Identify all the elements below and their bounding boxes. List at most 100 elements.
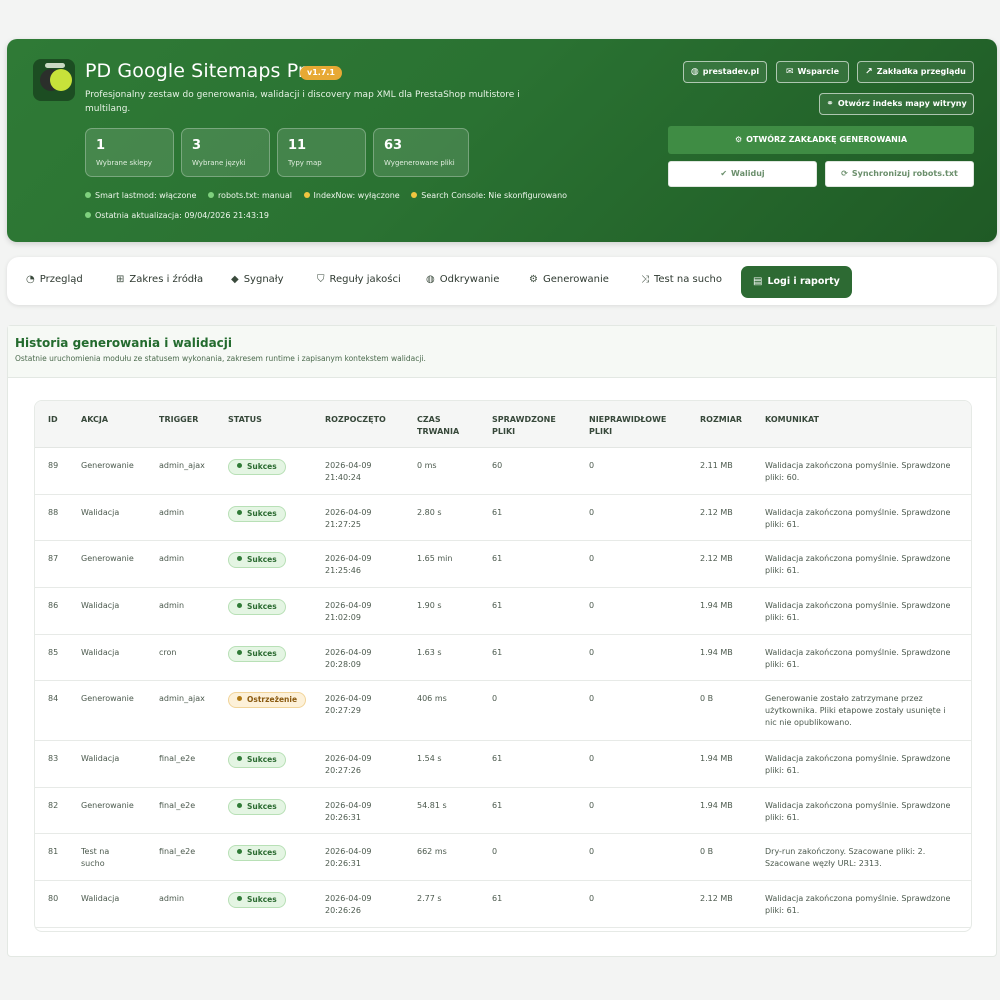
cell-checked: 61 [492, 554, 503, 563]
cell-duration: 1.54 s [417, 754, 442, 763]
col-id: ID [48, 415, 58, 424]
cell-message: Walidacja zakończona pomyślnie. Sprawdzo… [765, 461, 951, 482]
sync-robots-button[interactable]: ⟳ Synchronizuj robots.txt [825, 161, 974, 187]
cell-checked: 61 [492, 754, 503, 763]
cell-id: 83 [48, 754, 59, 763]
cell-trigger: final_e2e [159, 754, 196, 763]
table-row: 88 Walidacja admin Sukces 2026-04-09 21:27:2… [35, 495, 971, 541]
col-message: KOMUNIKAT [765, 415, 819, 424]
cell-trigger: final_e2e [159, 801, 196, 810]
cell-invalid: 0 [589, 847, 595, 856]
support-button[interactable]: ✉ Wsparcie [776, 61, 849, 83]
cell-id: 82 [48, 801, 59, 810]
col-trigger: TRIGGER [159, 415, 199, 424]
cell-size: 1.94 MB [700, 754, 733, 763]
cell-size: 1.94 MB [700, 601, 733, 610]
status-dot-icon [237, 603, 242, 608]
cell-started: 2026-04-09 21:27:25 [325, 508, 372, 529]
cell-invalid: 0 [589, 508, 595, 517]
status-dot-icon [237, 556, 242, 561]
cell-message: Walidacja zakończona pomyślnie. Sprawdzo… [765, 648, 951, 669]
stat-map-types: 11 Typy map [277, 128, 366, 177]
sitemap-icon: ⊞ [116, 274, 125, 285]
status-dot-icon [303, 192, 310, 198]
open-sitemap-index-button[interactable]: ⚭ Otwórz indeks mapy witryny [819, 93, 974, 115]
cell-size: 2.11 MB [700, 461, 733, 470]
cell-checked: 61 [492, 894, 503, 903]
cell-message: Walidacja zakończona pomyślnie. Sprawdzo… [765, 508, 951, 529]
cell-id: 88 [48, 508, 59, 517]
col-action: AKCJA [81, 415, 109, 424]
cell-invalid: 0 [589, 694, 595, 703]
tab-generation[interactable]: ⚙ Generowanie [529, 274, 609, 285]
cell-action: Walidacja [81, 648, 120, 657]
cell-id: 85 [48, 648, 59, 657]
table-row: 85 Walidacja cron Sukces 2026-04-09 20:28:09… [35, 635, 971, 681]
col-started: ROZPOCZĘTO [325, 415, 386, 424]
version-badge: v1.7.1 [300, 66, 342, 80]
cell-message: Dry-run zakończony. Szacowane pliki: 2. … [765, 847, 926, 868]
cell-invalid: 0 [589, 601, 595, 610]
validate-button[interactable]: ✔ Waliduj [668, 161, 817, 187]
tab-bar: ◔ Przegląd ⊞ Zakres i źródła ◆ Sygnały ⛉ Reg… [7, 257, 997, 305]
tab-scope-sources[interactable]: ⊞ Zakres i źródła [116, 274, 203, 285]
cell-id: 87 [48, 554, 59, 563]
cell-id: 81 [48, 847, 59, 856]
cell-trigger: final_e2e [159, 847, 196, 856]
cell-started: 2026-04-09 20:26:31 [325, 801, 372, 822]
open-generation-tab-button[interactable]: ⚙ OTWÓRZ ZAKŁADKĘ GENEROWANIA [668, 126, 974, 154]
tab-quality-rules[interactable]: ⛉ Reguły jakości [317, 274, 401, 285]
stat-generated-files: 63 Wygenerowane pliki [373, 128, 469, 177]
status-badge: Sukces [228, 845, 286, 861]
col-size: ROZMIAR [700, 415, 743, 424]
col-status: STATUS [228, 415, 262, 424]
cell-size: 1.94 MB [700, 801, 733, 810]
cell-message: Walidacja zakończona pomyślnie. Sprawdzo… [765, 601, 951, 622]
cell-started: 2026-04-09 20:28:09 [325, 648, 372, 669]
tab-overview[interactable]: ◔ Przegląd [26, 274, 83, 285]
shield-icon: ⛉ [317, 274, 325, 285]
cell-trigger: admin [159, 554, 185, 563]
cell-size: 2.12 MB [700, 508, 733, 517]
dashboard-icon: ◔ [26, 274, 35, 285]
cell-invalid: 0 [589, 801, 595, 810]
tab-discovery[interactable]: ◍ Odkrywanie [426, 274, 499, 285]
module-title: PD Google Sitemaps Pro [85, 60, 318, 82]
cell-action: Test na sucho [81, 847, 110, 868]
globe-icon: ◍ [690, 67, 699, 77]
cell-invalid: 0 [589, 554, 595, 563]
status-dot-icon [207, 192, 214, 198]
last-update: Ostatnia aktualizacja: 09/04/2026 21:43:… [85, 211, 269, 220]
cell-action: Generowanie [81, 554, 134, 563]
list-icon: ▤ [753, 276, 763, 287]
cell-id: 84 [48, 694, 59, 703]
cell-started: 2026-04-09 20:27:29 [325, 694, 372, 715]
status-badge: Sukces [228, 459, 286, 475]
sync-icon: ⟳ [841, 169, 848, 178]
status-badge: Sukces [228, 506, 286, 522]
tab-signals[interactable]: ◆ Sygnały [231, 274, 284, 285]
table-row: 89 Generowanie admin_ajax Sukces 2026-04-09 … [35, 448, 971, 495]
cell-action: Generowanie [81, 694, 134, 703]
cell-trigger: admin [159, 894, 185, 903]
cell-started: 2026-04-09 20:26:31 [325, 847, 372, 868]
cell-checked: 0 [492, 847, 498, 856]
cell-trigger: admin_ajax [159, 461, 205, 470]
module-header: PD Google Sitemaps Pro v1.7.1 Profesjona… [7, 39, 997, 242]
cell-duration: 54.81 s [417, 801, 447, 810]
cell-action: Walidacja [81, 601, 120, 610]
review-tab-button[interactable]: ↗ Zakładka przeglądu [857, 61, 974, 83]
tab-dry-run[interactable]: ⤨ Test na sucho [641, 274, 722, 285]
table-row: 80 Walidacja admin Sukces 2026-04-09 20:26:2… [35, 881, 971, 928]
history-table: ID AKCJA TRIGGER STATUS ROZPOCZĘTO CZAS … [34, 400, 972, 932]
prestadev-link-button[interactable]: ◍ prestadev.pl [683, 61, 767, 83]
cell-id: 89 [48, 461, 59, 470]
cell-started: 2026-04-09 21:25:46 [325, 554, 372, 575]
cell-checked: 60 [492, 461, 503, 470]
cell-size: 2.12 MB [700, 894, 733, 903]
cell-invalid: 0 [589, 894, 595, 903]
link-icon: ⚭ [826, 99, 834, 109]
status-dot-icon [237, 896, 242, 901]
tab-logs-reports[interactable]: ▤ Logi i raporty [741, 266, 852, 298]
external-link-icon: ↗ [865, 67, 873, 77]
